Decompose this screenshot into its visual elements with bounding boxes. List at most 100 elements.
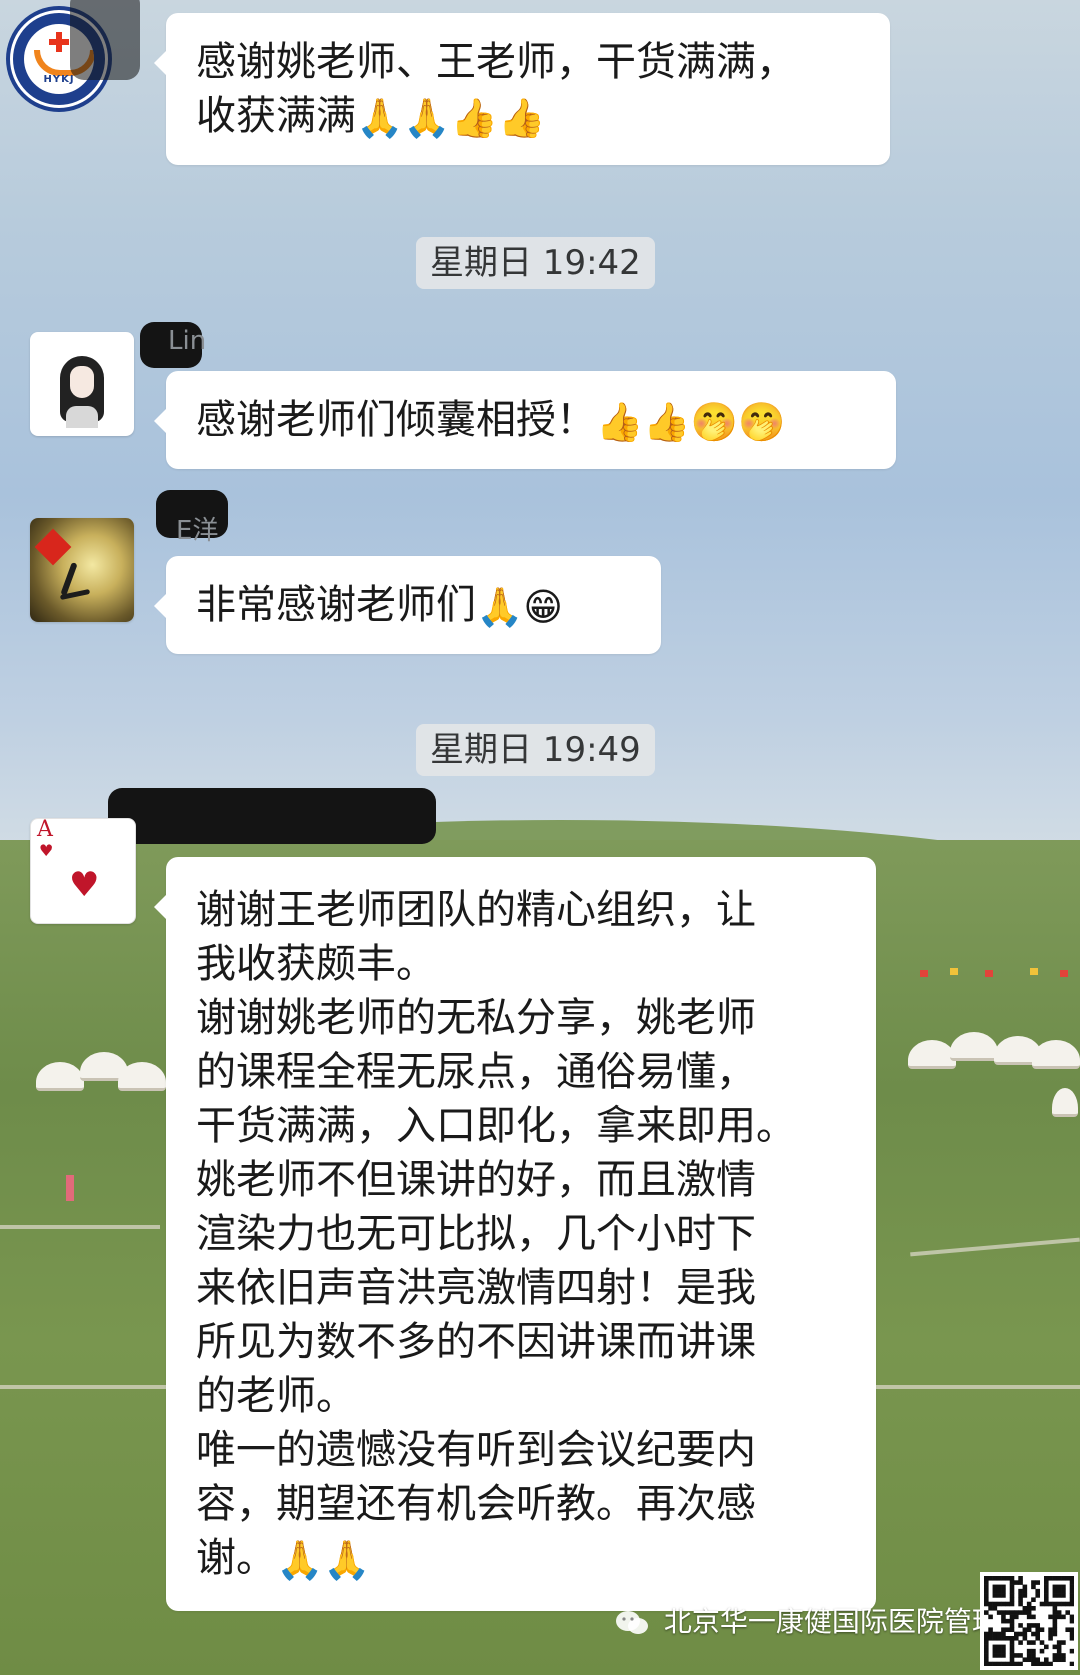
qr-module xyxy=(1052,1627,1058,1633)
qr-module xyxy=(1022,1593,1028,1598)
qr-module xyxy=(1052,1588,1058,1594)
qr-module xyxy=(1005,1627,1011,1633)
qr-module xyxy=(1035,1580,1041,1585)
qr-module xyxy=(984,1601,989,1607)
qr-module xyxy=(1056,1614,1062,1620)
qr-module xyxy=(1026,1610,1032,1615)
qr-module xyxy=(1069,1601,1074,1607)
qr-module xyxy=(1005,1601,1011,1607)
qr-module xyxy=(996,1653,1002,1658)
qr-module xyxy=(1022,1610,1028,1615)
qr-module xyxy=(992,1593,998,1598)
qr-module xyxy=(1031,1657,1036,1663)
qr-module xyxy=(1052,1601,1058,1607)
avatar-playing-card[interactable]: A ♥ ♥ xyxy=(30,818,136,924)
qr-module xyxy=(1039,1661,1045,1666)
qr-module xyxy=(1052,1623,1058,1628)
qr-module xyxy=(1026,1627,1032,1633)
flag xyxy=(950,968,958,975)
qr-module xyxy=(988,1627,993,1633)
qr-module xyxy=(992,1601,998,1607)
emoji-reaction: 🙏🙏 xyxy=(276,1538,371,1582)
flag xyxy=(920,970,928,977)
qr-module xyxy=(1056,1610,1062,1615)
flag xyxy=(1030,968,1038,975)
qr-module xyxy=(1061,1601,1066,1607)
qr-module xyxy=(992,1584,998,1590)
qr-module xyxy=(1061,1593,1066,1598)
message-bubble[interactable]: 谢谢王老师团队的精心组织，让 我收获颇丰。 谢谢姚老师的无私分享，姚老师 的课程… xyxy=(154,857,876,1611)
qr-module xyxy=(992,1631,998,1637)
qr-module xyxy=(1035,1593,1041,1598)
qr-module xyxy=(1035,1623,1041,1628)
qr-module xyxy=(996,1644,1002,1650)
qr-module xyxy=(1018,1593,1023,1598)
message-text: 感谢老师们倾囊相授！ xyxy=(196,397,596,443)
message-bubble[interactable]: 感谢姚老师、王老师，干货满满， 收获满满🙏🙏👍👍 xyxy=(154,13,890,165)
qr-module xyxy=(1018,1601,1023,1607)
qr-module xyxy=(1009,1580,1015,1585)
qr-module xyxy=(1009,1584,1015,1590)
qr-module xyxy=(992,1606,998,1611)
avatar-surfer[interactable] xyxy=(30,518,134,622)
qr-module xyxy=(984,1640,989,1645)
heart-icon: ♥ xyxy=(39,841,54,860)
qr-module xyxy=(988,1636,993,1641)
qr-module xyxy=(1001,1627,1006,1633)
qr-module xyxy=(1001,1661,1006,1666)
qr-module xyxy=(1052,1610,1058,1615)
message-bubble[interactable]: 非常感谢老师们🙏😁 xyxy=(154,556,661,654)
qr-module xyxy=(996,1610,1002,1615)
emoji-reaction: 👍👍🤭🤭 xyxy=(596,400,786,444)
qr-module xyxy=(996,1661,1002,1666)
qr-module xyxy=(1035,1657,1041,1663)
qr-module xyxy=(996,1601,1002,1607)
qr-module xyxy=(1005,1661,1011,1666)
qr-module xyxy=(984,1610,989,1615)
qr-module xyxy=(1044,1593,1049,1598)
qr-module xyxy=(1022,1657,1028,1663)
qr-code[interactable] xyxy=(980,1572,1078,1670)
qr-module xyxy=(988,1606,993,1611)
qr-module xyxy=(984,1593,989,1598)
qr-module xyxy=(1031,1614,1036,1620)
qr-module xyxy=(1009,1576,1015,1581)
qr-module xyxy=(1018,1576,1023,1581)
qr-module xyxy=(1031,1661,1036,1666)
qr-module xyxy=(1026,1614,1032,1620)
message-bubble[interactable]: 感谢老师们倾囊相授！👍👍🤭🤭 xyxy=(154,371,896,469)
qr-code-image xyxy=(984,1576,1074,1666)
qr-module xyxy=(992,1644,998,1650)
wechat-icon xyxy=(616,1611,648,1634)
qr-module xyxy=(1031,1631,1036,1637)
qr-module xyxy=(1044,1597,1049,1603)
qr-module xyxy=(1048,1627,1053,1633)
qr-module xyxy=(984,1636,989,1641)
qr-module xyxy=(1039,1601,1045,1607)
qr-module xyxy=(992,1576,998,1581)
qr-module xyxy=(996,1584,1002,1590)
qr-module xyxy=(1018,1661,1023,1666)
qr-module xyxy=(1001,1584,1006,1590)
qr-module xyxy=(1001,1618,1006,1624)
qr-module xyxy=(1056,1593,1062,1598)
qr-module xyxy=(1001,1610,1006,1615)
qr-module xyxy=(1061,1588,1066,1594)
qr-module xyxy=(1044,1588,1049,1594)
qr-module xyxy=(1018,1610,1023,1615)
avatar-lin[interactable] xyxy=(30,332,134,436)
qr-module xyxy=(1022,1588,1028,1594)
qr-module xyxy=(1001,1593,1006,1598)
qr-module xyxy=(1026,1657,1032,1663)
qr-module xyxy=(984,1576,989,1581)
qr-module xyxy=(984,1648,989,1654)
sender-name: E洋 xyxy=(176,516,219,546)
flag xyxy=(1060,970,1068,977)
qr-module xyxy=(1061,1584,1066,1590)
qr-module xyxy=(1009,1618,1015,1624)
qr-module xyxy=(1026,1601,1032,1607)
qr-module xyxy=(1018,1588,1023,1594)
qr-module xyxy=(1069,1593,1074,1598)
qr-module xyxy=(1009,1601,1015,1607)
dirt-track xyxy=(0,1225,160,1229)
